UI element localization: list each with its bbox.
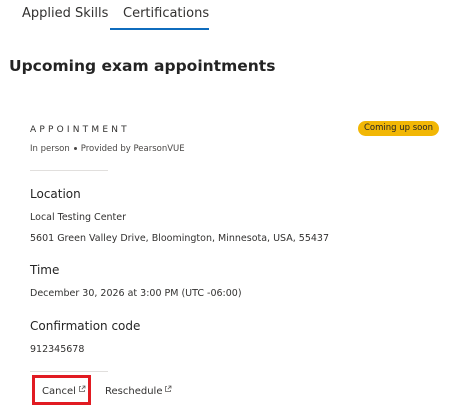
separator-dot-icon xyxy=(73,147,77,150)
divider xyxy=(30,371,108,372)
reschedule-link[interactable]: Reschedule xyxy=(105,385,172,397)
location-address: 5601 Green Valley Drive, Bloomington, Mi… xyxy=(30,233,330,244)
tab-bar: Applied Skills Certifications xyxy=(0,0,455,32)
cancel-link-label: Cancel xyxy=(42,386,76,397)
location-label: Location xyxy=(30,187,81,201)
cancel-link[interactable]: Cancel xyxy=(42,385,86,397)
time-label: Time xyxy=(30,263,60,277)
confirmation-code-label: Confirmation code xyxy=(30,319,141,333)
section-title: Upcoming exam appointments xyxy=(9,57,276,75)
divider xyxy=(30,170,108,171)
appointment-provider: Provided by PearsonVUE xyxy=(80,144,185,154)
reschedule-link-label: Reschedule xyxy=(105,386,163,397)
appointment-meta: In person Provided by PearsonVUE xyxy=(30,144,185,154)
confirmation-code-value: 912345678 xyxy=(30,344,85,355)
status-badge: Coming up soon xyxy=(358,121,439,136)
appointment-eyebrow: APPOINTMENT xyxy=(30,125,130,135)
active-tab-indicator xyxy=(110,28,209,30)
tab-certifications[interactable]: Certifications xyxy=(123,6,209,21)
appointment-mode: In person xyxy=(30,144,70,154)
page: Applied Skills Certifications Upcoming e… xyxy=(0,0,455,416)
external-link-icon xyxy=(78,385,86,393)
time-value: December 30, 2026 at 3:00 PM (UTC -06:00… xyxy=(30,288,242,299)
tab-applied-skills[interactable]: Applied Skills xyxy=(22,6,108,21)
location-name: Local Testing Center xyxy=(30,212,127,223)
external-link-icon xyxy=(164,385,172,393)
